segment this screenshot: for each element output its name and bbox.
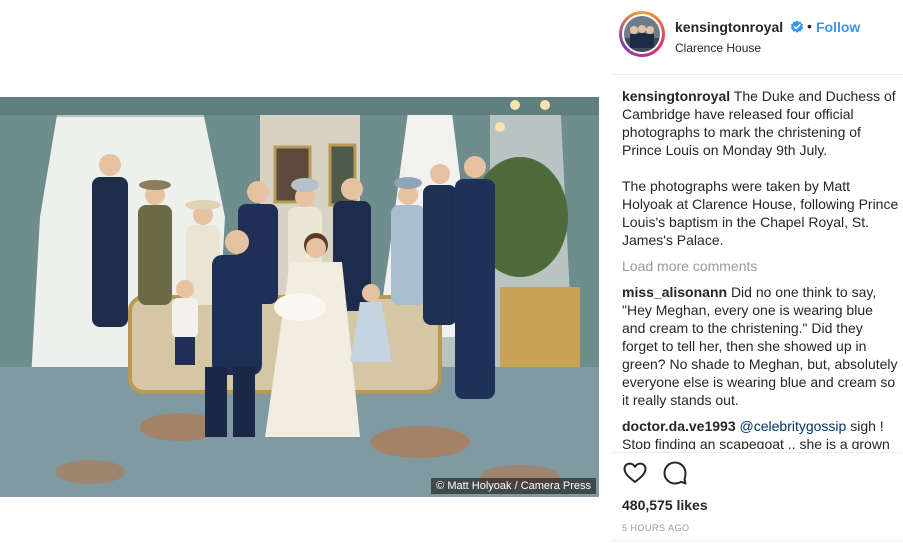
header-divider [611, 74, 903, 75]
comment-bubble-icon[interactable] [662, 460, 688, 486]
comment-item: miss_alisonann Did no one think to say, … [622, 283, 900, 409]
likes-count[interactable]: 480,575 likes [622, 497, 708, 513]
comment-mention[interactable]: @celebritygossip [740, 418, 847, 434]
family-portrait-image [0, 97, 599, 497]
comment-text: Did no one think to say, "Hey Meghan, ev… [622, 284, 898, 408]
comment-username[interactable]: doctor.da.ve1993 [622, 418, 736, 434]
post-photo[interactable]: © Matt Holyoak / Camera Press [0, 97, 599, 497]
header-separator: • [807, 18, 812, 34]
post-sidebar: kensingtonroyal • Follow Clarence House … [611, 0, 903, 543]
caption-username[interactable]: kensingtonroyal [622, 88, 730, 104]
actions-divider [611, 452, 903, 453]
location-link[interactable]: Clarence House [675, 41, 761, 55]
header-username[interactable]: kensingtonroyal [675, 19, 783, 35]
photo-credit: © Matt Holyoak / Camera Press [431, 478, 596, 494]
follow-button[interactable]: Follow [816, 19, 860, 35]
caption-text-2: The photographs were taken by Matt Holyo… [622, 178, 899, 248]
comment-item: doctor.da.ve1993 @celebritygossip sigh !… [622, 417, 900, 449]
verified-badge-icon [790, 20, 804, 33]
load-more-comments-button[interactable]: Load more comments [622, 257, 900, 275]
comments-list[interactable]: kensingtonroyal The Duke and Duchess of … [622, 87, 900, 449]
avatar-image [624, 16, 660, 52]
footer-divider [611, 540, 903, 541]
caption: kensingtonroyal The Duke and Duchess of … [622, 87, 900, 159]
heart-icon[interactable] [622, 460, 648, 486]
comment-username[interactable]: miss_alisonann [622, 284, 727, 300]
profile-avatar[interactable] [619, 11, 665, 57]
post-timestamp[interactable]: 5 HOURS AGO [622, 523, 690, 533]
post-header: kensingtonroyal • Follow Clarence House [619, 10, 901, 62]
